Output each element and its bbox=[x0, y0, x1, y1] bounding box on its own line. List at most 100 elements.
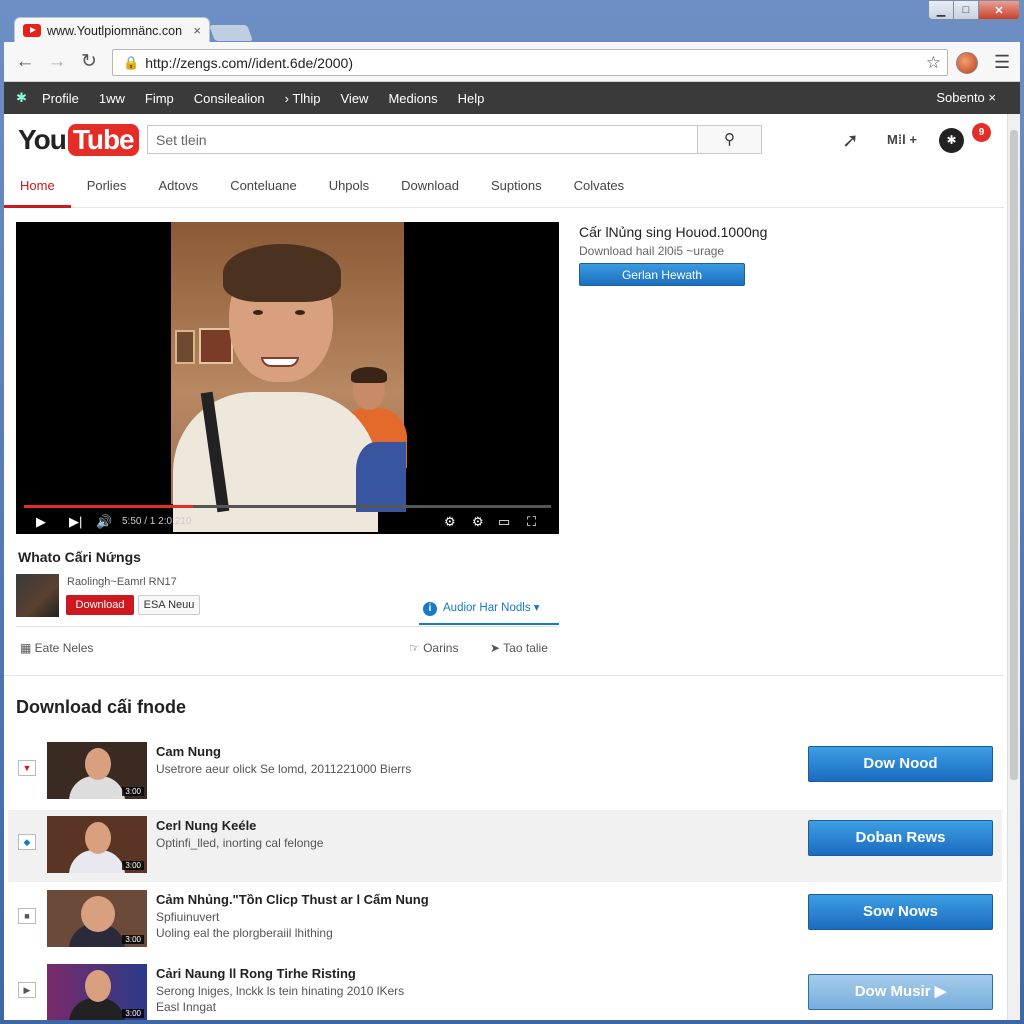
browser-tab[interactable]: www.Youtlpiomnänc.con × bbox=[14, 17, 210, 43]
bookmark-item[interactable]: Profile bbox=[42, 91, 79, 106]
search-input[interactable]: Set tlein bbox=[147, 125, 698, 154]
row-checkbox[interactable]: ◆ bbox=[18, 834, 36, 850]
video-thumbnail[interactable]: 3:00 bbox=[47, 890, 147, 947]
bookmark-star-icon[interactable]: ☆ bbox=[926, 53, 941, 73]
channel-thumbnail[interactable] bbox=[16, 574, 59, 617]
row-description-2: Easl Inngat bbox=[156, 1000, 217, 1014]
video-thumbnail[interactable]: 3:00 bbox=[47, 742, 147, 799]
youtube-logo[interactable]: You Tube bbox=[18, 124, 139, 156]
bookmark-item[interactable]: Medions bbox=[388, 91, 437, 106]
row-title[interactable]: Cam Nung bbox=[156, 744, 221, 759]
channel-name[interactable]: Raolingh~Eamrl RN17 bbox=[67, 576, 177, 588]
forward-arrow-icon[interactable]: → bbox=[45, 51, 69, 73]
web-page: You Tube Set tlein ⚲ ➚ M⁞l + ✱ 9 Home Por… bbox=[4, 114, 1007, 1020]
bookmark-item[interactable]: 1ww bbox=[99, 91, 125, 106]
side-subtitle: Download hail 2l0i5 ~urage bbox=[579, 244, 725, 258]
row-download-button[interactable]: Doban Rews bbox=[808, 820, 993, 856]
bookmark-item[interactable]: Help bbox=[458, 91, 485, 106]
title-bar: www.Youtlpiomnänc.con × ▁ □ ✕ bbox=[0, 0, 1024, 43]
row-checkbox[interactable]: ▶ bbox=[18, 982, 36, 998]
list-item: ◆ 3:00 Cerl Nung Keéle Optinfi_lled, ino… bbox=[8, 810, 1002, 882]
row-description: Optinfi_lled, inorting cal felonge bbox=[156, 836, 324, 850]
close-window-button[interactable]: ✕ bbox=[978, 0, 1020, 20]
row-title[interactable]: Cảm Nhủng."Tồn Clicp Thust ar l Cấm Nung bbox=[156, 892, 429, 907]
settings-gear-icon[interactable]: ⚙ bbox=[444, 514, 456, 530]
action-tao-talie[interactable]: ➤ Tao talie bbox=[490, 641, 548, 655]
next-icon[interactable]: ▶| bbox=[69, 514, 82, 530]
address-bar[interactable]: 🔒 http://zengs.com//ident.6de/2000) ☆ bbox=[112, 49, 948, 76]
quality-gear-icon[interactable]: ⚙ bbox=[472, 514, 484, 530]
row-title[interactable]: Cerl Nung Keéle bbox=[156, 818, 256, 833]
tab-suptions[interactable]: Suptions bbox=[475, 164, 558, 208]
tab-home[interactable]: Home bbox=[4, 164, 71, 208]
tab-download[interactable]: Download bbox=[385, 164, 475, 208]
download-button[interactable]: Download bbox=[66, 595, 134, 615]
new-tab-button[interactable] bbox=[209, 25, 253, 41]
row-download-button[interactable]: Dow Musir ▶ bbox=[808, 974, 993, 1010]
info-icon: i bbox=[423, 602, 437, 616]
video-thumbnail[interactable]: 3:00 bbox=[47, 816, 147, 873]
search-icon[interactable]: ⚲ bbox=[697, 125, 762, 154]
time-display: 5:50 / 1 2:0:210 bbox=[122, 516, 192, 527]
tab-colvates[interactable]: Colvates bbox=[558, 164, 641, 208]
audio-dropdown[interactable]: i Audior Har Nodls ▾ bbox=[419, 600, 559, 625]
browser-window: www.Youtlpiomnänc.con × ▁ □ ✕ ← → ↻ 🔒 ht… bbox=[0, 0, 1024, 1024]
row-description: Spfiuinuvert bbox=[156, 910, 220, 924]
esa-button[interactable]: ESA Neuu bbox=[138, 595, 200, 615]
tab-title: www.Youtlpiomnänc.con bbox=[47, 23, 183, 38]
theater-mode-icon[interactable]: ▭ bbox=[498, 514, 510, 530]
apps-button[interactable]: M⁞l + bbox=[887, 132, 917, 147]
row-checkbox[interactable]: ■ bbox=[18, 908, 36, 924]
profile-avatar[interactable] bbox=[956, 52, 978, 74]
tab-uhpols[interactable]: Uhpols bbox=[313, 164, 385, 208]
reload-icon[interactable]: ↻ bbox=[77, 51, 101, 73]
tab-conteluane[interactable]: Conteluane bbox=[214, 164, 313, 208]
maximize-button[interactable]: □ bbox=[953, 0, 979, 20]
row-description-2: Uoling eal the plorgberaiil lhithing bbox=[156, 926, 333, 940]
row-checkbox[interactable]: ▼ bbox=[18, 760, 36, 776]
menu-icon[interactable]: ☰ bbox=[994, 52, 1012, 73]
browser-toolbar: ← → ↻ 🔒 http://zengs.com//ident.6de/2000… bbox=[4, 42, 1020, 82]
upload-icon[interactable]: ➚ bbox=[842, 128, 859, 153]
bookmark-item[interactable]: Consilealion bbox=[194, 91, 265, 106]
bookmark-right-item[interactable]: Sobento × bbox=[936, 90, 996, 105]
list-item: ▼ 3:00 Cam Nung Usetrore aeur olick Se l… bbox=[8, 736, 1002, 808]
progress-played bbox=[24, 505, 193, 508]
video-progress-bar[interactable] bbox=[24, 505, 551, 508]
bookmark-item-chevron[interactable]: › Tlhip bbox=[285, 91, 321, 106]
fullscreen-icon[interactable]: ⛶ bbox=[527, 514, 536, 530]
back-arrow-icon[interactable]: ← bbox=[13, 51, 37, 73]
notification-badge: 9 bbox=[972, 123, 991, 142]
tab-close-icon[interactable]: × bbox=[193, 23, 201, 38]
minimize-button[interactable]: ▁ bbox=[928, 0, 954, 20]
video-player[interactable]: ▶ ▶| 🔊 5:50 / 1 2:0:210 ⚙ ⚙ ▭ ⛶ bbox=[16, 222, 559, 534]
vertical-scrollbar[interactable] bbox=[1007, 114, 1020, 1020]
list-item: ▶ 3:00 Cảri Naung ll Rong Tirhe Risting … bbox=[8, 958, 1002, 1020]
apps-icon[interactable]: ✱ bbox=[16, 90, 32, 106]
divider bbox=[4, 675, 1004, 676]
row-description: Usetrore aeur olick Se lomd, 2011221000 … bbox=[156, 762, 412, 776]
tab-adtovs[interactable]: Adtovs bbox=[142, 164, 214, 208]
video-title: Whato Cấri Nứngs bbox=[18, 549, 141, 565]
url-text: http://zengs.com//ident.6de/2000) bbox=[145, 54, 353, 71]
row-description: Serong lniges, lnckk ls tein hinating 20… bbox=[156, 984, 405, 998]
bookmark-item[interactable]: Fimp bbox=[145, 91, 174, 106]
list-item: ■ 3:00 Cảm Nhủng."Tồn Clicp Thust ar l C… bbox=[8, 884, 1002, 956]
youtube-favicon-icon bbox=[23, 24, 41, 37]
side-title: Cấr lNủng sing Houod.1000ng bbox=[579, 224, 768, 240]
download-section-heading: Download cấi fnode bbox=[16, 697, 187, 717]
play-icon[interactable]: ▶ bbox=[36, 514, 46, 530]
row-download-button[interactable]: Dow Nood bbox=[808, 746, 993, 782]
volume-icon[interactable]: 🔊 bbox=[96, 514, 112, 530]
row-title[interactable]: Cảri Naung ll Rong Tirhe Risting bbox=[156, 966, 356, 981]
notifications-icon[interactable]: ✱ bbox=[939, 128, 964, 153]
video-thumbnail[interactable]: 3:00 bbox=[47, 964, 147, 1020]
scrollbar-thumb[interactable] bbox=[1010, 130, 1018, 780]
row-download-button[interactable]: Sow Nows bbox=[808, 894, 993, 930]
tab-porlies[interactable]: Porlies bbox=[71, 164, 143, 208]
bookmarks-bar: ✱ Profile 1ww Fimp Consilealion › Tlhip … bbox=[4, 82, 1020, 114]
bookmark-item[interactable]: View bbox=[341, 91, 369, 106]
side-action-button[interactable]: Gerlan Hewath bbox=[579, 263, 745, 286]
action-oarins[interactable]: ☞ Oarins bbox=[409, 641, 458, 655]
action-eate-neles[interactable]: ▦ Eate Neles bbox=[20, 641, 93, 655]
